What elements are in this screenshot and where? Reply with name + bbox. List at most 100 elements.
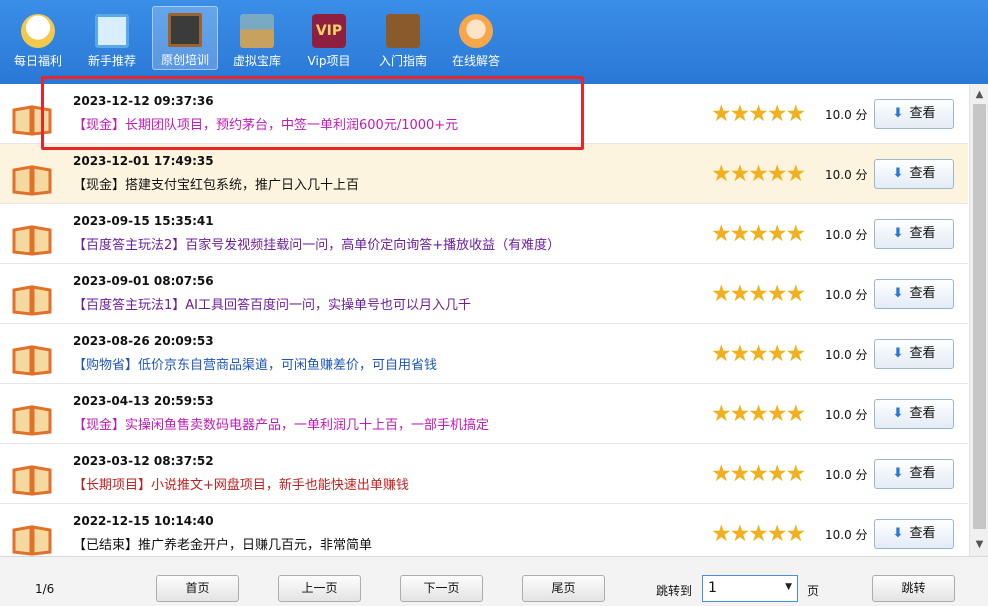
rating-stars-icon: ★★★★★ xyxy=(711,281,806,307)
view-button[interactable]: ⬇ 查看 xyxy=(874,99,954,129)
download-arrow-icon: ⬇ xyxy=(892,466,904,481)
chevron-down-icon: ▼ xyxy=(785,582,792,592)
download-arrow-icon: ⬇ xyxy=(892,526,904,541)
open-book-icon xyxy=(12,464,52,496)
blackboard-icon xyxy=(168,13,202,47)
item-title[interactable]: 【百度答主玩法1】AI工具回答百度问一问，实操单号也可以月入几千 xyxy=(73,294,471,313)
list-item[interactable]: 2023-04-13 20:59:53 【现金】实操闲鱼售卖数码电器产品，一单利… xyxy=(0,384,968,444)
item-score: 10.0 分 xyxy=(825,168,868,182)
view-button[interactable]: ⬇ 查看 xyxy=(874,459,954,489)
previous-page-button[interactable]: 上一页 xyxy=(278,575,361,602)
toolbar-item-label: 每日福利 xyxy=(13,54,62,68)
item-title[interactable]: 【百度答主玩法2】百家号发视频挂载问一问，高单价定向询答+播放收益（有难度） xyxy=(73,234,560,253)
scroll-down-arrow-icon[interactable]: ▼ xyxy=(973,538,986,552)
view-button-label: 查看 xyxy=(909,226,936,241)
jump-to-label: 跳转到 xyxy=(656,584,693,598)
view-button-label: 查看 xyxy=(909,166,936,181)
toolbar-item-label: 新手推荐 xyxy=(87,54,136,68)
rating-stars-icon: ★★★★★ xyxy=(711,341,806,367)
toolbar-item-beginner-recommend[interactable]: 新手推荐 xyxy=(79,8,145,70)
top-toolbar: 每日福利 新手推荐 原创培训 虚拟宝库 VIP Vip项目 入门指南 在线解答 xyxy=(0,0,988,84)
toolbar-item-original-training[interactable]: 原创培训 xyxy=(152,6,218,70)
item-title[interactable]: 【现金】实操闲鱼售卖数码电器产品，一单利润几十上百，一部手机搞定 xyxy=(73,414,489,433)
toolbar-item-label: 入门指南 xyxy=(378,54,427,68)
open-book-icon xyxy=(12,104,52,136)
download-arrow-icon: ⬇ xyxy=(892,226,904,241)
view-button[interactable]: ⬇ 查看 xyxy=(874,519,954,549)
item-score: 10.0 分 xyxy=(825,408,868,422)
list-item[interactable]: 2023-03-12 08:37:52 【长期项目】小说推文+网盘项目，新手也能… xyxy=(0,444,968,504)
support-person-icon xyxy=(459,14,493,48)
page-select[interactable]: 1 ▼ xyxy=(702,575,798,602)
view-button[interactable]: ⬇ 查看 xyxy=(874,279,954,309)
item-title[interactable]: 【已结束】推广养老金开户，日赚几百元，非常简单 xyxy=(73,534,372,553)
view-button[interactable]: ⬇ 查看 xyxy=(874,399,954,429)
list-item[interactable]: 2023-12-01 17:49:35 【现金】搭建支付宝红包系统，推广日入几十… xyxy=(0,144,968,204)
guide-book-icon xyxy=(386,14,420,48)
toolbar-item-getting-started[interactable]: 入门指南 xyxy=(370,8,436,70)
toolbar-item-virtual-treasury[interactable]: 虚拟宝库 xyxy=(224,8,290,70)
download-arrow-icon: ⬇ xyxy=(892,406,904,421)
view-button[interactable]: ⬇ 查看 xyxy=(874,339,954,369)
item-title[interactable]: 【现金】长期团队项目，预约茅台，中签一单利润600元/1000+元 xyxy=(73,114,458,133)
toolbar-item-label: 在线解答 xyxy=(451,54,500,68)
rating-stars-icon: ★★★★★ xyxy=(711,521,806,547)
view-button[interactable]: ⬇ 查看 xyxy=(874,159,954,189)
scrollbar-thumb[interactable] xyxy=(973,104,986,529)
item-score: 10.0 分 xyxy=(825,228,868,242)
rating-stars-icon: ★★★★★ xyxy=(711,401,806,427)
item-score: 10.0 分 xyxy=(825,468,868,482)
treasure-box-icon xyxy=(240,14,274,48)
first-page-button[interactable]: 首页 xyxy=(156,575,239,602)
view-button[interactable]: ⬇ 查看 xyxy=(874,219,954,249)
vip-icon: VIP xyxy=(312,14,346,48)
list-item[interactable]: 2023-09-01 08:07:56 【百度答主玩法1】AI工具回答百度问一问… xyxy=(0,264,968,324)
open-book-icon xyxy=(12,524,52,556)
list-item[interactable]: 2023-08-26 20:09:53 【购物省】低价京东自营商品渠道，可闲鱼赚… xyxy=(0,324,968,384)
page-suffix-label: 页 xyxy=(807,584,820,598)
list-item[interactable]: 2022-12-15 10:14:40 【已结束】推广养老金开户，日赚几百元，非… xyxy=(0,504,968,556)
item-score: 10.0 分 xyxy=(825,108,868,122)
scroll-up-arrow-icon[interactable]: ▲ xyxy=(973,88,986,102)
item-date: 2023-08-26 20:09:53 xyxy=(73,334,214,348)
monitor-icon xyxy=(95,14,129,48)
next-page-button[interactable]: 下一页 xyxy=(400,575,483,602)
open-book-icon xyxy=(12,164,52,196)
toolbar-item-label: Vip项目 xyxy=(307,54,351,68)
item-date: 2023-09-01 08:07:56 xyxy=(73,274,214,288)
view-button-label: 查看 xyxy=(909,406,936,421)
view-button-label: 查看 xyxy=(909,346,936,361)
item-date: 2023-04-13 20:59:53 xyxy=(73,394,214,408)
toolbar-item-label: 原创培训 xyxy=(160,53,209,67)
item-date: 2023-03-12 08:37:52 xyxy=(73,454,214,468)
view-button-label: 查看 xyxy=(909,466,936,481)
item-title[interactable]: 【现金】搭建支付宝红包系统，推广日入几十上百 xyxy=(73,174,359,193)
item-score: 10.0 分 xyxy=(825,348,868,362)
item-title[interactable]: 【购物省】低价京东自营商品渠道，可闲鱼赚差价，可自用省钱 xyxy=(73,354,437,373)
vertical-scrollbar[interactable]: ▲ ▼ xyxy=(969,84,988,556)
last-page-button[interactable]: 尾页 xyxy=(522,575,605,602)
download-arrow-icon: ⬇ xyxy=(892,286,904,301)
item-date: 2023-12-01 17:49:35 xyxy=(73,154,214,168)
item-title[interactable]: 【长期项目】小说推文+网盘项目，新手也能快速出单赚钱 xyxy=(73,474,409,493)
item-date: 2022-12-15 10:14:40 xyxy=(73,514,214,528)
toolbar-item-online-answers[interactable]: 在线解答 xyxy=(443,8,509,70)
download-arrow-icon: ⬇ xyxy=(892,106,904,121)
view-button-label: 查看 xyxy=(909,526,936,541)
go-button[interactable]: 跳转 xyxy=(872,575,955,602)
item-date: 2023-12-12 09:37:36 xyxy=(73,94,214,108)
pagination-bar: 1/6 首页 上一页 下一页 尾页 跳转到 1 ▼ 页 跳转 xyxy=(0,556,988,606)
item-score: 10.0 分 xyxy=(825,528,868,542)
toolbar-item-vip-projects[interactable]: VIP Vip项目 xyxy=(296,8,362,70)
item-score: 10.0 分 xyxy=(825,288,868,302)
list-item[interactable]: 2023-09-15 15:35:41 【百度答主玩法2】百家号发视频挂载问一问… xyxy=(0,204,968,264)
rating-stars-icon: ★★★★★ xyxy=(711,101,806,127)
rating-stars-icon: ★★★★★ xyxy=(711,161,806,187)
view-button-label: 查看 xyxy=(909,106,936,121)
open-book-icon xyxy=(12,344,52,376)
open-book-icon xyxy=(12,284,52,316)
rating-stars-icon: ★★★★★ xyxy=(711,461,806,487)
list-item[interactable]: 2023-12-12 09:37:36 【现金】长期团队项目，预约茅台，中签一单… xyxy=(0,84,968,144)
open-book-icon xyxy=(12,224,52,256)
toolbar-item-daily-benefits[interactable]: 每日福利 xyxy=(5,8,71,70)
